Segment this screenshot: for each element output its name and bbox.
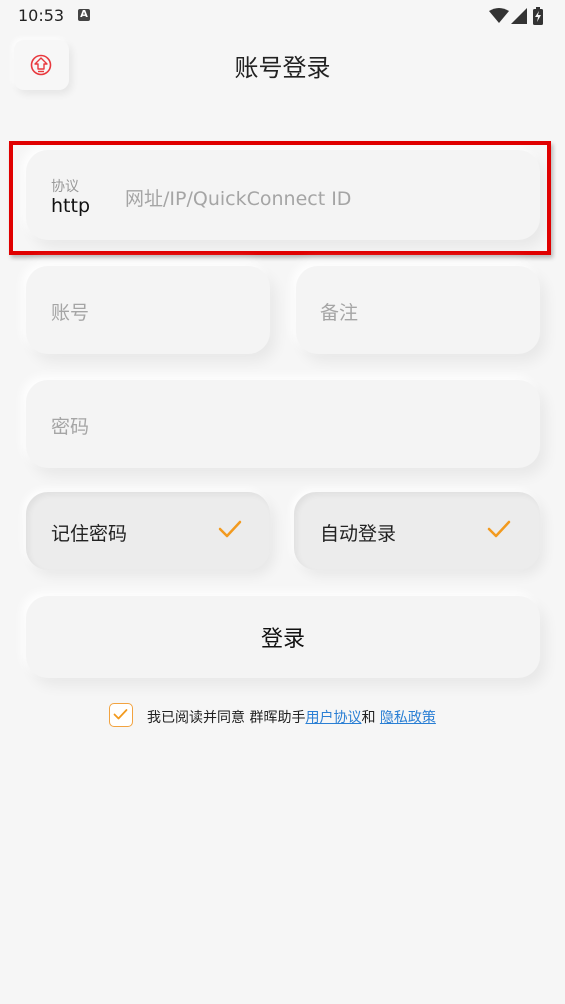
signal-icon (511, 8, 527, 24)
protocol-caption: 协议 (51, 179, 79, 195)
agreement-and: 和 (361, 710, 376, 726)
privacy-policy-link[interactable]: 隐私政策 (380, 710, 436, 726)
password-input[interactable]: 密码 (51, 412, 89, 439)
login-button-label: 登录 (260, 627, 305, 652)
remember-password-label: 记住密码 (51, 523, 128, 545)
agreement-text: 我已阅读并同意 群晖助手用户协议和 隐私政策 (147, 707, 436, 727)
agreement-prefix: 我已阅读并同意 群晖助手 (147, 710, 306, 726)
remark-input[interactable]: 备注 (320, 298, 358, 325)
check-icon (113, 709, 128, 720)
agreement-checkbox[interactable] (109, 703, 133, 727)
protocol-selector[interactable]: http (51, 195, 90, 217)
check-icon (218, 520, 242, 538)
url-input[interactable]: 网址/IP/QuickConnect ID (125, 184, 351, 211)
battery-charging-icon (533, 7, 543, 25)
status-icons (489, 6, 549, 26)
page-title: 账号登录 (234, 54, 331, 82)
notification-icon: A (78, 9, 90, 21)
status-time: 10:53 (18, 6, 65, 25)
wifi-icon (489, 8, 509, 23)
auto-login-label: 自动登录 (320, 523, 397, 545)
user-agreement-link[interactable]: 用户协议 (305, 710, 361, 726)
account-input[interactable]: 账号 (51, 298, 89, 325)
status-bar: 10:53 A (0, 0, 565, 32)
password-field[interactable] (26, 380, 540, 468)
check-icon (487, 520, 511, 538)
